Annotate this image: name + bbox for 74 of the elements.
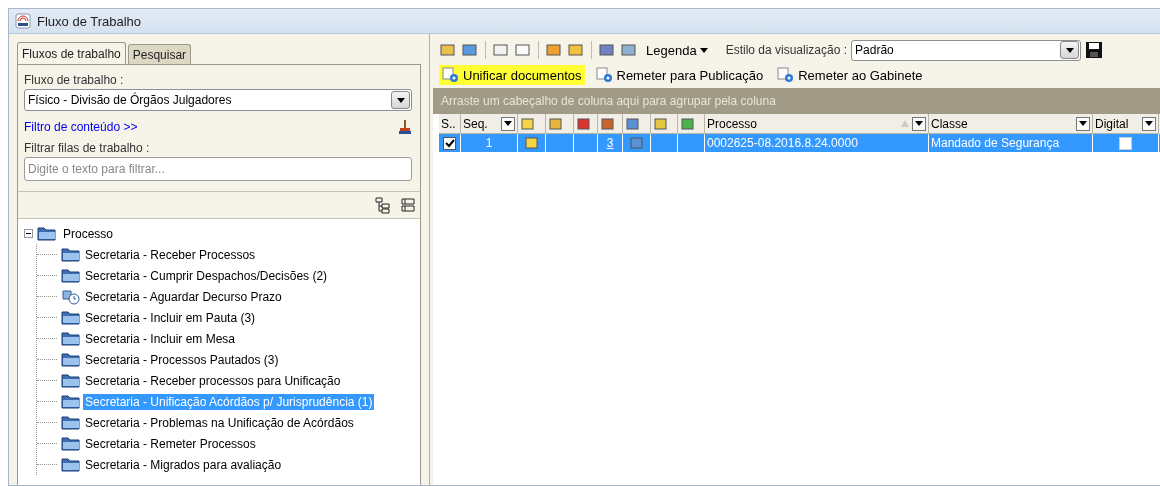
- folder-icon: [61, 310, 81, 325]
- window-title: Fluxo de Trabalho: [37, 13, 142, 29]
- document-gear-icon: [442, 67, 460, 83]
- field-label: Filtrar filas de trabalho :: [24, 141, 151, 157]
- clock-folder-icon: [61, 288, 81, 305]
- caret-icon: [915, 121, 923, 126]
- app-icon: [15, 13, 31, 29]
- tree-item[interactable]: Secretaria - Incluir em Pauta (3): [83, 309, 258, 326]
- column-header[interactable]: [574, 114, 598, 134]
- folder-icon: [61, 331, 81, 346]
- brush-icon[interactable]: [398, 119, 412, 135]
- table-cell: Mandado de Segurança: [929, 134, 1093, 152]
- dropdown-button[interactable]: [391, 91, 410, 109]
- dropdown-button[interactable]: [1060, 41, 1080, 59]
- document-gear-icon: [595, 67, 614, 83]
- tree-collapse-icon[interactable]: [400, 197, 416, 213]
- folder-icon: [61, 352, 81, 367]
- column-header[interactable]: [651, 114, 678, 134]
- filter-button[interactable]: [912, 116, 926, 131]
- header-label: Seq.: [463, 116, 488, 131]
- filter-input[interactable]: Digite o texto para filtrar...: [24, 157, 412, 181]
- tree-item[interactable]: Secretaria - Incluir em Mesa: [83, 330, 238, 347]
- digital-checkbox[interactable]: [1119, 136, 1132, 150]
- folder-icon: [61, 373, 81, 388]
- folder-icon: [61, 394, 81, 409]
- tab[interactable]: Fluxos de trabalho: [17, 42, 126, 64]
- caret-icon: [396, 97, 405, 103]
- column-header[interactable]: [678, 114, 705, 134]
- action-button[interactable]: Remeter para Publicação: [592, 65, 767, 85]
- folder-icon: [61, 436, 81, 451]
- view-style-dropdown[interactable]: Padrão: [851, 39, 1082, 61]
- folder-icon: [61, 247, 81, 262]
- caret-icon: [1145, 121, 1153, 126]
- header-label: Digital: [1095, 116, 1129, 131]
- tree-item[interactable]: Secretaria - Receber Processos: [83, 246, 258, 263]
- tree-item[interactable]: Secretaria - Remeter Processos: [83, 435, 258, 452]
- table-cell: 0002625-08.2016.8.24.0000: [705, 134, 929, 152]
- action-button[interactable]: Remeter ao Gabinete: [774, 65, 926, 85]
- tab[interactable]: Pesquisar: [127, 44, 192, 64]
- column-header[interactable]: [598, 114, 623, 134]
- action-button[interactable]: Unificar documentos: [439, 65, 585, 85]
- folder-icon: [61, 415, 81, 430]
- tree-item[interactable]: Secretaria - Aguardar Decurso Prazo: [83, 288, 284, 305]
- header-label: Processo: [707, 116, 758, 131]
- field-label: Estilo da visualização :: [725, 43, 848, 57]
- filter-button[interactable]: [1142, 116, 1156, 131]
- tree-item[interactable]: Secretaria - Cumprir Despachos/Decisões (2): [83, 267, 330, 284]
- group-hint: Arraste um cabeçalho de coluna aqui para agrupar pela coluna: [441, 94, 776, 108]
- tree-item[interactable]: Processo: [61, 225, 116, 242]
- caret-icon: [1079, 121, 1087, 126]
- collapse-toggle[interactable]: [24, 229, 33, 238]
- caret-icon: [699, 47, 708, 53]
- row-checkbox[interactable]: [443, 136, 456, 150]
- save-icon[interactable]: [1085, 41, 1104, 59]
- sort-icon: [901, 120, 909, 127]
- filter-button[interactable]: [501, 116, 515, 131]
- filter-button[interactable]: [1076, 116, 1090, 131]
- caret-icon: [504, 121, 512, 126]
- tree-item[interactable]: Secretaria - Receber processos para Unificação: [83, 372, 343, 389]
- tree-item[interactable]: Secretaria - Processos Pautados (3): [83, 351, 281, 368]
- header-label: Classe: [931, 116, 968, 131]
- header-label: S..: [441, 116, 456, 131]
- tree-item[interactable]: Secretaria - Migrados para avaliação: [83, 456, 284, 473]
- legend-menu[interactable]: Legenda: [642, 42, 712, 58]
- content-filter-link[interactable]: Filtro de conteúdo >>: [24, 120, 138, 134]
- tree-expand-icon[interactable]: [374, 196, 392, 214]
- workflow-dropdown[interactable]: Físico - Divisão de Órgãos Julgadores: [24, 89, 412, 111]
- tree-item[interactable]: Secretaria - Problemas na Unificação de Acórdãos: [83, 414, 356, 431]
- folder-icon: [61, 457, 81, 472]
- table-cell: 1: [461, 134, 518, 152]
- folder-icon: [61, 268, 81, 283]
- caret-icon: [1065, 47, 1074, 53]
- document-gear-icon: [777, 67, 796, 83]
- field-label: Fluxo de trabalho :: [24, 73, 125, 89]
